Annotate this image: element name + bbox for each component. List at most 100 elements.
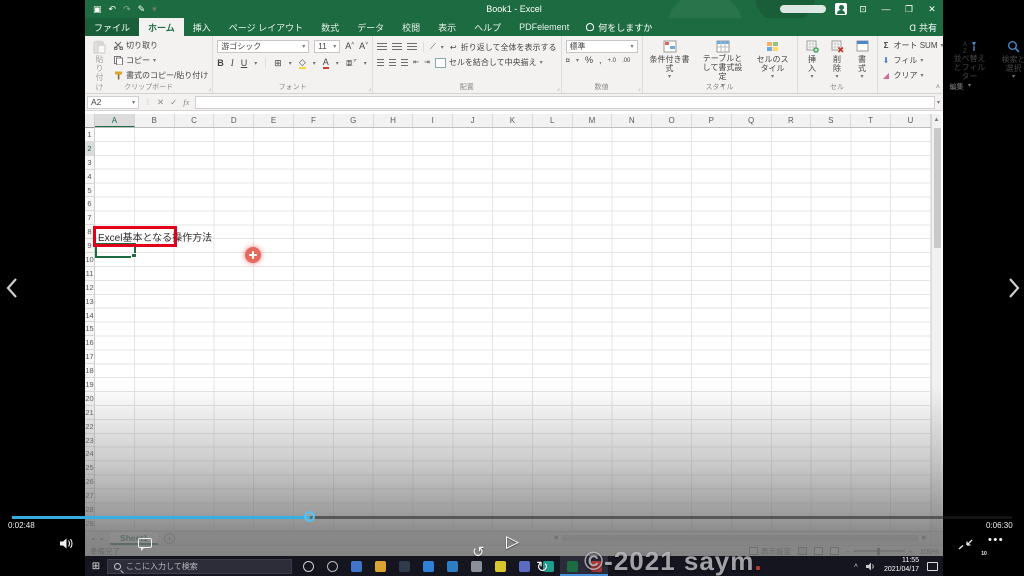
- scroll-right-icon[interactable]: ▶: [919, 533, 930, 542]
- find-select-button[interactable]: 検索と選択 ▾: [996, 39, 1024, 82]
- row-header-20[interactable]: 20: [85, 391, 95, 406]
- align-middle-icon[interactable]: [392, 43, 403, 51]
- name-box[interactable]: A2 ▾: [87, 95, 139, 109]
- format-as-table-button[interactable]: テーブルとして書式設定 ▾: [697, 39, 749, 89]
- ribbon-tab-表示[interactable]: 表示: [429, 18, 465, 36]
- cells-area[interactable]: [95, 128, 931, 531]
- align-left-icon[interactable]: [377, 58, 385, 67]
- column-header-K[interactable]: K: [493, 114, 533, 127]
- insert-cells-button[interactable]: 挿入 ▾: [802, 39, 823, 82]
- row-header-24[interactable]: 24: [85, 447, 95, 462]
- row-header-16[interactable]: 16: [85, 336, 95, 351]
- increase-font-icon[interactable]: A˄: [345, 42, 354, 51]
- ruby-icon[interactable]: 亜ア: [346, 58, 357, 67]
- horizontal-scrollbar[interactable]: ◀ ▶: [549, 532, 931, 543]
- decrease-indent-icon[interactable]: ⇤: [413, 59, 419, 66]
- column-header-U[interactable]: U: [891, 114, 931, 127]
- vertical-scrollbar[interactable]: ▲: [931, 114, 941, 531]
- row-header-11[interactable]: 11: [85, 266, 95, 281]
- italic-button[interactable]: I: [231, 58, 234, 68]
- column-header-S[interactable]: S: [811, 114, 852, 127]
- conditional-formatting-button[interactable]: 条件付き書式 ▾: [647, 39, 693, 82]
- confirm-entry-icon[interactable]: ✓: [170, 97, 177, 108]
- decrease-decimal-icon[interactable]: .00: [622, 58, 630, 64]
- format-painter-button[interactable]: 書式のコピー/貼り付け: [114, 70, 208, 81]
- sort-filter-button[interactable]: AZ 並べ替えとフィルター ▾: [948, 39, 992, 89]
- number-format-combo[interactable]: 標準 ▾: [565, 40, 638, 53]
- scroll-up-icon[interactable]: ▲: [932, 114, 941, 126]
- more-options-icon[interactable]: •••: [988, 534, 1004, 546]
- copy-button[interactable]: コピー ▾: [114, 55, 208, 66]
- row-header-2[interactable]: 2: [85, 141, 95, 156]
- column-header-D[interactable]: D: [214, 114, 255, 127]
- ribbon-tab-校閲[interactable]: 校閲: [393, 18, 429, 36]
- column-header-N[interactable]: N: [612, 114, 653, 127]
- taskbar-icon-store[interactable]: [392, 556, 416, 576]
- align-right-icon[interactable]: [401, 58, 409, 67]
- maximize-button[interactable]: ❐: [902, 4, 916, 15]
- row-header-5[interactable]: 5: [85, 183, 95, 198]
- seek-handle[interactable]: [304, 511, 315, 522]
- row-header-15[interactable]: 15: [85, 322, 95, 337]
- taskbar-icon-photos[interactable]: [344, 556, 368, 576]
- play-button[interactable]: ▷: [506, 532, 519, 552]
- accounting-format-icon[interactable]: ¤: [566, 56, 570, 65]
- column-header-Q[interactable]: Q: [732, 114, 772, 127]
- start-button[interactable]: ⊞: [85, 561, 107, 572]
- row-header-1[interactable]: 1: [85, 128, 95, 142]
- cancel-entry-icon[interactable]: ✕: [157, 97, 164, 108]
- row-header-22[interactable]: 22: [85, 419, 95, 434]
- row-header-21[interactable]: 21: [85, 405, 95, 420]
- taskbar-icon-edge[interactable]: [416, 556, 440, 576]
- taskbar-icon-mail[interactable]: [440, 556, 464, 576]
- next-slide-chevron-icon[interactable]: [1006, 276, 1022, 300]
- select-all-corner[interactable]: [85, 114, 95, 128]
- previous-slide-chevron-icon[interactable]: [4, 276, 20, 300]
- wrap-text-button[interactable]: ↩ 折り返して全体を表示する: [449, 42, 557, 53]
- new-sheet-icon[interactable]: +: [163, 533, 175, 544]
- font-color-icon[interactable]: A: [322, 57, 329, 69]
- font-dialog-launcher-icon[interactable]: ⌟: [368, 85, 371, 92]
- tell-me-box[interactable]: 何をしますか: [578, 18, 660, 36]
- expand-formula-bar-icon[interactable]: ▾: [937, 99, 940, 106]
- font-size-combo[interactable]: 11 ▾: [314, 40, 341, 53]
- taskbar-icon-cortana[interactable]: [296, 556, 320, 576]
- sheet-nav-left-icon[interactable]: ◂: [91, 535, 95, 543]
- column-header-C[interactable]: C: [175, 114, 215, 127]
- column-header-A[interactable]: A: [95, 114, 135, 127]
- number-dialog-launcher-icon[interactable]: ⌟: [638, 85, 641, 92]
- row-header-14[interactable]: 14: [85, 308, 95, 323]
- column-header-T[interactable]: T: [851, 114, 891, 127]
- row-header-4[interactable]: 4: [85, 169, 95, 184]
- account-avatar[interactable]: [835, 3, 847, 15]
- volume-button-icon[interactable]: [60, 538, 75, 549]
- column-header-E[interactable]: E: [254, 114, 294, 127]
- borders-icon[interactable]: ⊞: [274, 58, 282, 68]
- format-cells-button[interactable]: 書式 ▾: [852, 39, 873, 82]
- ribbon-tab-データ[interactable]: データ: [348, 18, 393, 36]
- align-top-icon[interactable]: [377, 43, 388, 51]
- ribbon-tab-数式[interactable]: 数式: [312, 18, 348, 36]
- row-header-12[interactable]: 12: [85, 280, 95, 295]
- fill-color-icon[interactable]: ◇: [298, 57, 306, 69]
- alignment-dialog-launcher-icon[interactable]: ⌟: [557, 85, 560, 92]
- column-header-J[interactable]: J: [453, 114, 493, 127]
- column-header-H[interactable]: H: [374, 114, 414, 127]
- column-header-F[interactable]: F: [294, 114, 334, 127]
- exit-fullscreen-icon[interactable]: [958, 539, 973, 550]
- increase-decimal-icon[interactable]: +.0: [608, 58, 617, 64]
- column-header-M[interactable]: M: [573, 114, 613, 127]
- cell-styles-button[interactable]: セルのスタイル ▾: [753, 39, 793, 82]
- insert-function-icon[interactable]: fx: [183, 97, 189, 107]
- row-header-7[interactable]: 7: [85, 211, 95, 226]
- column-header-I[interactable]: I: [413, 114, 454, 127]
- row-headers[interactable]: 1 2 3 4 5 6 7 8 9 10 11 12 13 14 15 16 17 18 19 20 21 22 23 24 2…: [85, 128, 95, 531]
- row-header-17[interactable]: 17: [85, 350, 95, 365]
- row-header-6[interactable]: 6: [85, 197, 95, 212]
- ribbon-tab-file[interactable]: ファイル: [85, 18, 140, 36]
- row-header-19[interactable]: 19: [85, 378, 95, 392]
- share-button[interactable]: Ɑ 共有: [909, 21, 937, 34]
- vertical-scroll-thumb[interactable]: [933, 128, 941, 248]
- clipboard-dialog-launcher-icon[interactable]: ⌟: [208, 85, 211, 92]
- taskbar-icon-task-view[interactable]: [320, 556, 344, 576]
